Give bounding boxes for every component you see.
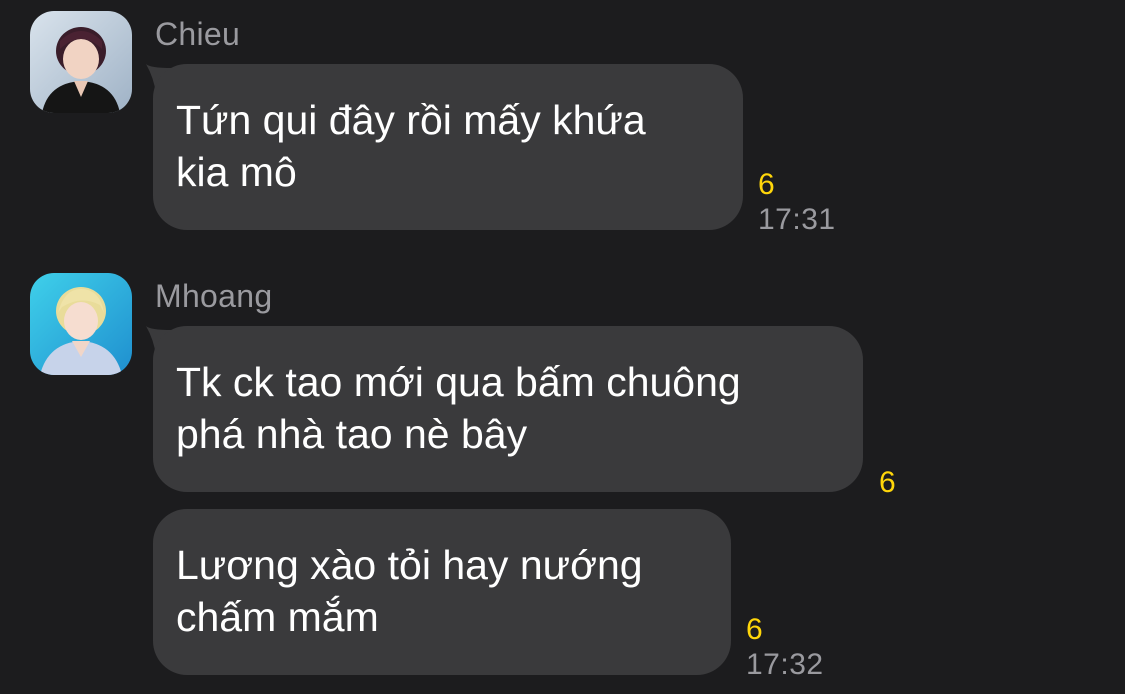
message-bubble[interactable]: Tk ck tao mới qua bấm chuông phá nhà tao… <box>153 326 863 492</box>
read-count: 6 <box>758 168 775 201</box>
message-time: 17:32 <box>746 648 824 681</box>
message-time: 17:31 <box>758 203 836 236</box>
mhoang-avatar[interactable] <box>30 273 132 375</box>
sender-name: Chieu <box>155 16 241 52</box>
read-count: 6 <box>879 466 896 499</box>
chat-thread[interactable]: Chieu Tứn qui đây rồi mấy khứa kia mô 6 … <box>0 0 1125 694</box>
message-bubble[interactable]: Tứn qui đây rồi mấy khứa kia mô <box>153 64 743 230</box>
chieu-avatar[interactable] <box>30 11 132 113</box>
message-bubble[interactable]: Lương xào tỏi hay nướng chấm mắm <box>153 509 731 675</box>
sender-name: Mhoang <box>155 278 273 314</box>
read-count: 6 <box>746 613 763 646</box>
